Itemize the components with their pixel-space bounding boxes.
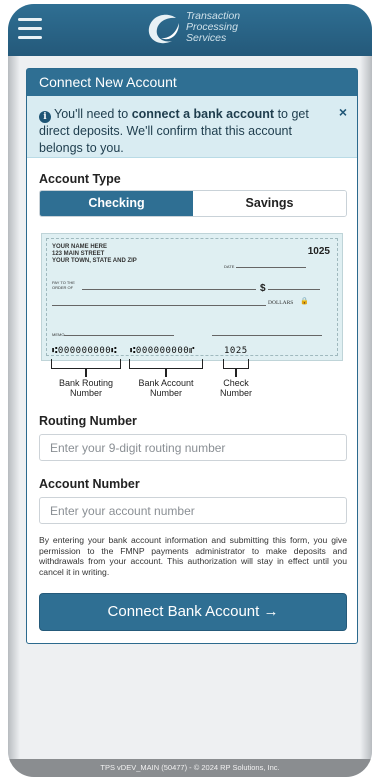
- check-name: YOUR NAME HERE: [52, 244, 108, 250]
- logo-text: Transaction Processing Services: [186, 11, 240, 44]
- connect-button-label: Connect Bank Account: [107, 603, 260, 620]
- routing-number-caption: Bank Routing Number: [49, 378, 123, 398]
- account-caption-line-1: Bank Account: [138, 378, 194, 388]
- arrow-right-icon: →: [263, 603, 279, 620]
- routing-number-input[interactable]: [39, 434, 347, 461]
- account-number-input[interactable]: [39, 497, 347, 524]
- check-street: 123 MAIN STREET: [52, 251, 105, 257]
- check-written-amount-line: [52, 305, 266, 306]
- account-caption-line-2: Number: [149, 388, 182, 398]
- close-icon[interactable]: ×: [339, 104, 347, 121]
- routing-caption-line-2: Number: [69, 388, 102, 398]
- check-caption-line-1: Check: [223, 378, 249, 388]
- check-amount-line: [268, 289, 320, 290]
- app-window: Transaction Processing Services Connect …: [8, 4, 372, 777]
- right-edge-shade: [360, 56, 372, 759]
- check-payee-line: [82, 289, 256, 290]
- card-title: Connect New Account: [27, 69, 357, 96]
- check-caption-line-2: Number: [219, 388, 252, 398]
- routing-number-label: Routing Number: [39, 414, 137, 428]
- info-icon: i: [39, 111, 51, 123]
- connect-bank-account-button[interactable]: Connect Bank Account →: [39, 593, 347, 631]
- account-number-label: Account Number: [39, 477, 140, 491]
- micr-check-number: 1025: [224, 346, 248, 356]
- account-number-caption: Bank Account Number: [127, 378, 205, 398]
- left-edge-shade: [8, 56, 20, 759]
- account-type-label: Account Type: [39, 172, 121, 186]
- main-content: Connect New Account i You'll need to conn…: [20, 68, 360, 742]
- check-memo-label: MEMO: [52, 332, 65, 337]
- routing-bracket-tick: [85, 369, 87, 377]
- logo-line-3: Services: [186, 32, 227, 44]
- micr-account: ⑆000000000⑈: [130, 346, 196, 356]
- tab-checking[interactable]: Checking: [40, 191, 193, 216]
- check-pay-to-label: PAY TO THE ORDER OF: [52, 280, 75, 290]
- alert-text-bold: connect a bank account: [131, 107, 275, 121]
- check-date-line: [236, 267, 306, 268]
- check-number-caption: Check Number: [211, 378, 261, 398]
- check-date-label: DATE: [224, 264, 235, 269]
- tps-swoosh-icon: [148, 14, 179, 44]
- lock-icon: 🔒: [300, 298, 309, 305]
- check-number: 1025: [307, 246, 330, 257]
- check-city: YOUR TOWN, STATE AND ZIP: [52, 258, 137, 264]
- routing-caption-line-1: Bank Routing: [58, 378, 114, 388]
- sample-check-image: YOUR NAME HERE 123 MAIN STREET YOUR TOWN…: [41, 233, 343, 361]
- tab-savings[interactable]: Savings: [193, 191, 346, 216]
- routing-bracket: [51, 359, 121, 369]
- account-type-toggle: Checking Savings: [39, 190, 347, 217]
- info-alert: i You'll need to connect a bank account t…: [27, 96, 357, 158]
- tps-logo: Transaction Processing Services: [146, 10, 266, 50]
- alert-text-before: You'll need to: [54, 107, 132, 121]
- top-bar: Transaction Processing Services: [8, 4, 372, 56]
- account-bracket-tick: [165, 369, 167, 377]
- check-dollars-label: DOLLARS: [268, 300, 294, 306]
- check-number-bracket-tick: [235, 369, 237, 377]
- footer-version: TPS vDEV_MAIN (50477) - © 2024 RP Soluti…: [8, 759, 372, 777]
- account-bracket: [129, 359, 203, 369]
- check-number-bracket: [223, 359, 249, 369]
- hamburger-icon[interactable]: [18, 18, 42, 40]
- check-dollar-sign: $: [260, 283, 266, 294]
- micr-routing: ⑆000000000⑆: [52, 346, 118, 356]
- check-signature-line: [212, 335, 322, 336]
- authorization-text: By entering your bank account informatio…: [39, 535, 347, 577]
- connect-account-card: Connect New Account i You'll need to conn…: [26, 68, 358, 644]
- check-memo-line: [64, 335, 174, 336]
